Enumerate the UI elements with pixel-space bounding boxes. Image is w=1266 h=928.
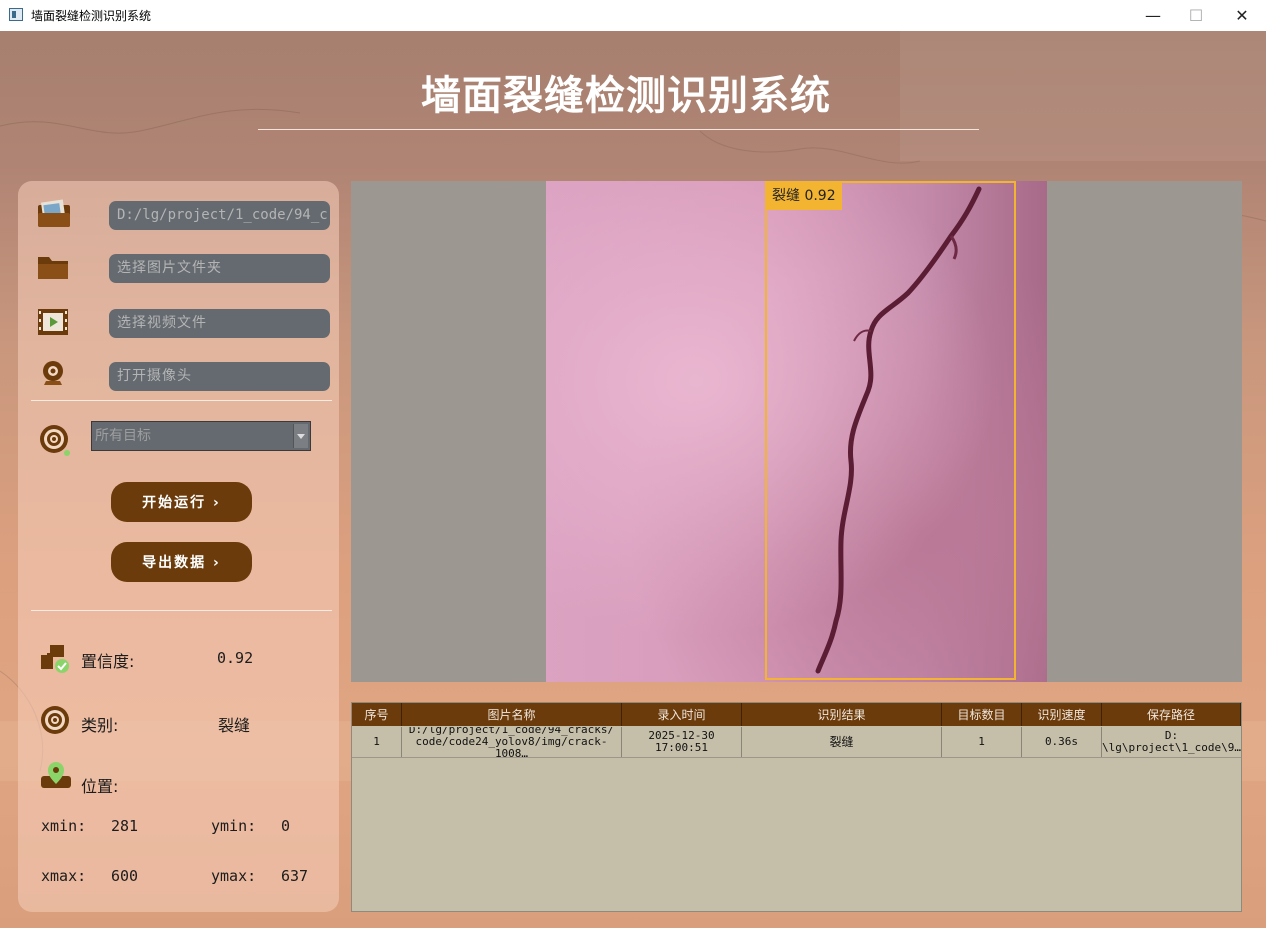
location-pin-icon <box>41 762 71 788</box>
cell-result: 裂缝 <box>742 727 942 757</box>
ymax-value: 637 <box>281 867 309 885</box>
header-index[interactable]: 序号 <box>352 703 402 726</box>
video-file-icon[interactable] <box>37 308 69 336</box>
app-window: 墙面裂缝检测识别系统 D:/lg/project/1_code/94_crack… <box>0 31 1266 928</box>
webcam-icon[interactable] <box>39 360 67 388</box>
video-file-field[interactable]: 选择视频文件 <box>109 309 330 338</box>
maximize-button[interactable]: ☐ <box>1173 0 1219 31</box>
header-image-name[interactable]: 图片名称 <box>402 703 622 726</box>
target-icon <box>40 425 70 456</box>
app-icon <box>9 8 23 21</box>
window-title: 墙面裂缝检测识别系统 <box>31 9 152 23</box>
header-target-count[interactable]: 目标数目 <box>942 703 1022 726</box>
cell-image-name-line2: code/code24_yolov8/img/crack-1008… <box>415 735 608 758</box>
panel-divider-bottom <box>31 610 332 611</box>
class-value: 裂缝 <box>218 716 251 735</box>
header-speed[interactable]: 识别速度 <box>1022 703 1102 726</box>
cell-image-name: D:/lg/project/1_code/94_cracks/ code/cod… <box>402 727 622 757</box>
confidence-label: 置信度: <box>81 652 135 671</box>
xmax-label: xmax: <box>41 867 87 885</box>
image-viewer: 裂缝 0.92 <box>351 181 1242 682</box>
window-titlebar: 墙面裂缝检测识别系统 — ☐ ✕ <box>0 0 1266 32</box>
target-select[interactable]: 所有目标 <box>91 421 311 451</box>
header-result[interactable]: 识别结果 <box>742 703 942 726</box>
ymax-label: ymax: <box>211 867 257 885</box>
cell-save-path-line2: \lg\project\1_code\9… <box>1102 741 1241 754</box>
start-run-button[interactable]: 开始运行 › <box>111 482 252 522</box>
close-button[interactable]: ✕ <box>1219 0 1265 31</box>
position-label: 位置: <box>81 777 119 796</box>
control-panel: D:/lg/project/1_code/94_cracks 选择图片文件夹 选… <box>18 181 339 912</box>
cell-index: 1 <box>352 727 402 757</box>
ymin-label: ymin: <box>211 817 257 835</box>
xmin-value: 281 <box>111 817 139 835</box>
export-data-button[interactable]: 导出数据 › <box>111 542 252 582</box>
class-label: 类别: <box>81 716 119 735</box>
results-table: 序号 图片名称 录入时间 识别结果 目标数目 识别速度 保存路径 1 D:/lg… <box>351 702 1242 912</box>
confidence-value: 0.92 <box>217 649 254 667</box>
table-header: 序号 图片名称 录入时间 识别结果 目标数目 识别速度 保存路径 <box>352 703 1241 726</box>
cell-speed: 0.36s <box>1022 727 1102 757</box>
confidence-icon <box>41 645 69 673</box>
minimize-button[interactable]: — <box>1130 0 1176 31</box>
detection-box <box>765 181 1016 680</box>
title-underline <box>258 129 979 130</box>
header-save-path[interactable]: 保存路径 <box>1102 703 1241 726</box>
header-entry-time[interactable]: 录入时间 <box>622 703 742 726</box>
folder-icon[interactable] <box>36 253 70 281</box>
ymin-value: 0 <box>281 817 291 835</box>
chevron-down-icon[interactable] <box>293 424 308 448</box>
class-icon <box>41 706 69 734</box>
camera-field[interactable]: 打开摄像头 <box>109 362 330 391</box>
cell-time-clock: 17:00:51 <box>655 741 708 754</box>
cell-save-path: D: \lg\project\1_code\9… <box>1102 727 1241 757</box>
page-title: 墙面裂缝检测识别系统 <box>421 73 831 119</box>
xmax-value: 600 <box>111 867 139 885</box>
image-folder-field[interactable]: 选择图片文件夹 <box>109 254 330 283</box>
cell-time: 2025-12-30 17:00:51 <box>622 727 742 757</box>
detection-label: 裂缝 0.92 <box>766 182 842 210</box>
image-file-field[interactable]: D:/lg/project/1_code/94_cracks <box>109 201 330 230</box>
image-file-icon[interactable] <box>36 199 72 229</box>
table-row[interactable]: 1 D:/lg/project/1_code/94_cracks/ code/c… <box>352 727 1241 758</box>
panel-divider-top <box>31 400 332 401</box>
cell-count: 1 <box>942 727 1022 757</box>
target-select-value: 所有目标 <box>95 428 151 444</box>
xmin-label: xmin: <box>41 817 87 835</box>
